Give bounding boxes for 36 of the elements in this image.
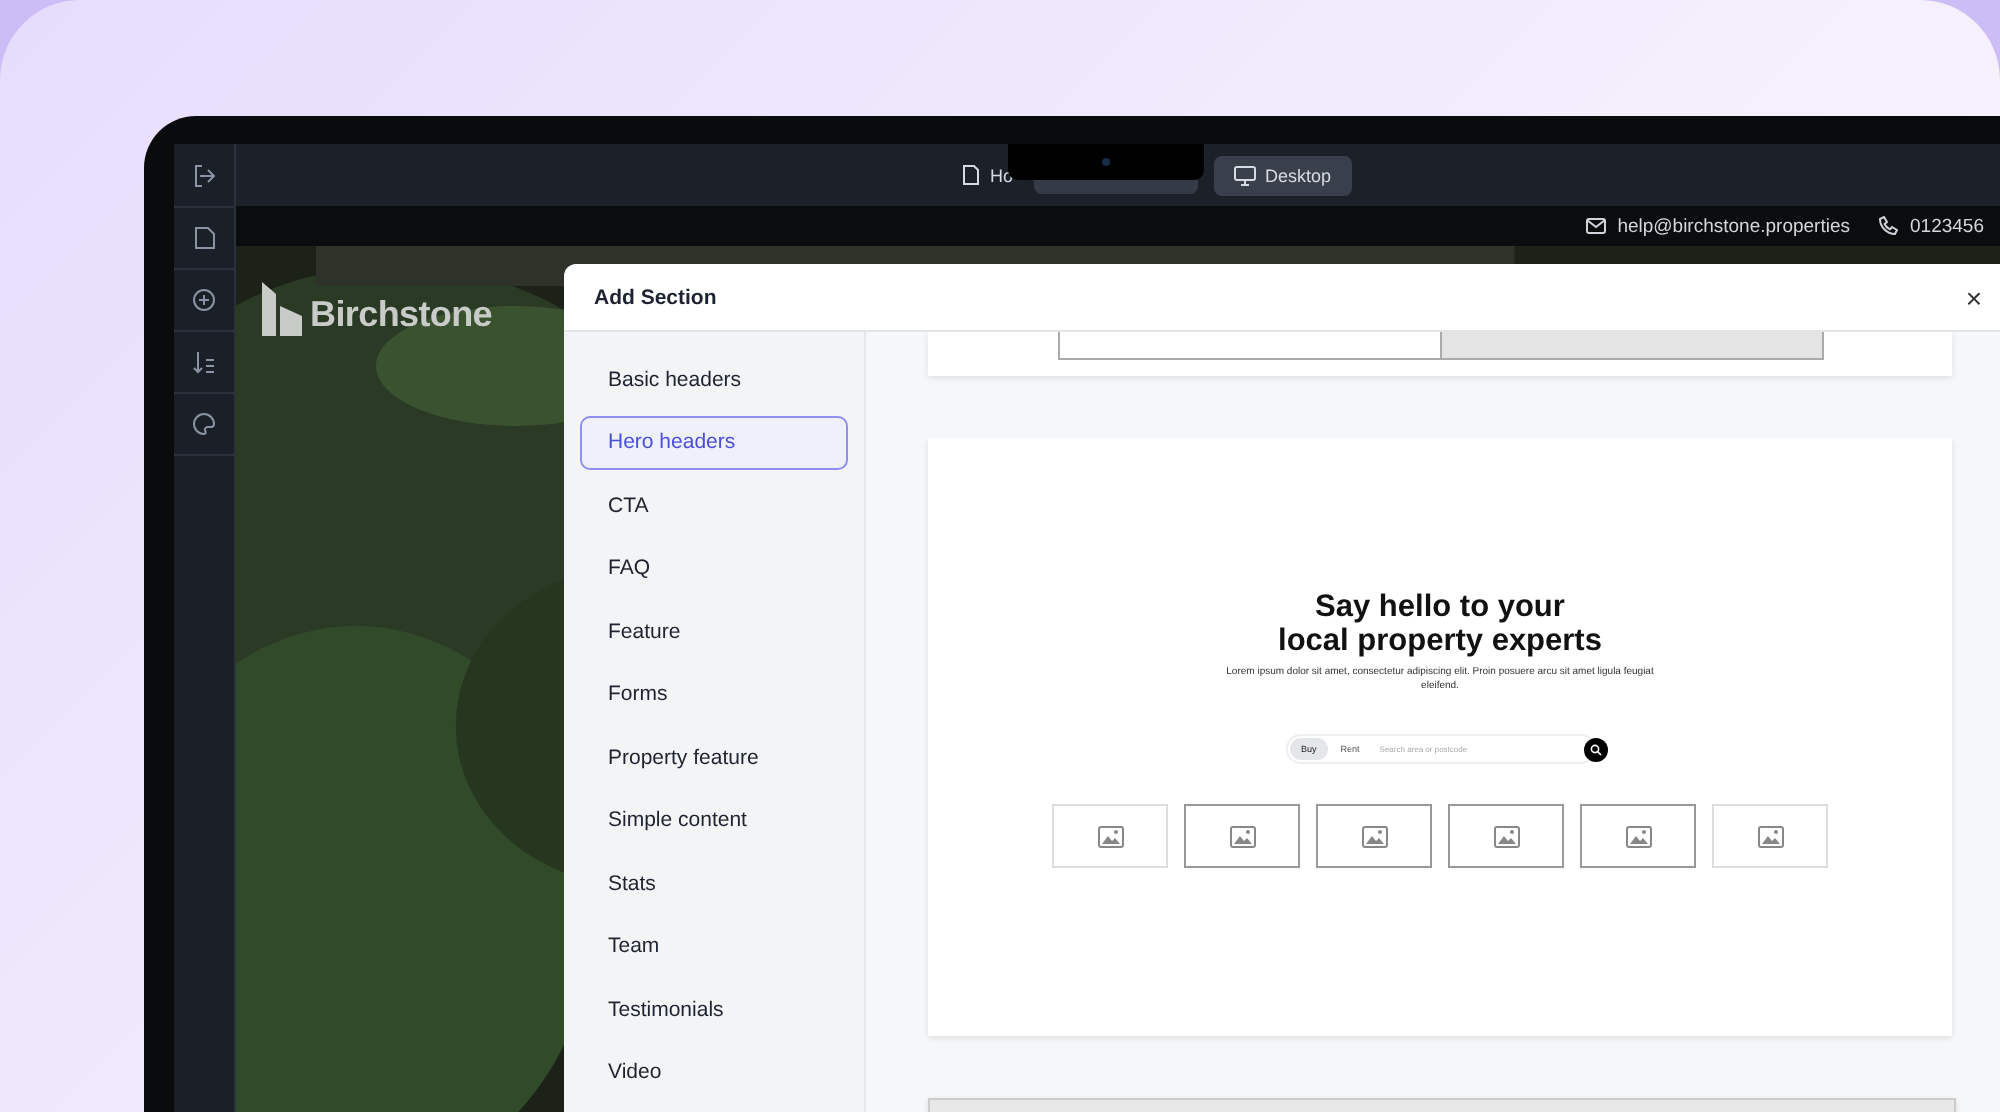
exit-icon[interactable] (192, 163, 216, 187)
site-logo[interactable]: Birchstone (310, 294, 493, 336)
category-item[interactable]: Property feature (580, 730, 848, 784)
contact-phone[interactable]: 0123456 (1910, 215, 1984, 237)
category-item[interactable]: FAQ (580, 541, 848, 595)
category-item[interactable]: Video (580, 1045, 848, 1099)
category-item[interactable]: CTA (580, 478, 848, 532)
palette-icon[interactable] (192, 412, 216, 436)
category-item[interactable]: Stats (580, 856, 848, 910)
phone-icon (1878, 216, 1899, 236)
search-icon (1589, 743, 1601, 756)
category-item[interactable]: Simple content (580, 793, 848, 847)
category-item[interactable]: Forms (580, 667, 848, 721)
toolbar-tab[interactable]: Desktop (1213, 155, 1352, 195)
add-icon[interactable] (192, 288, 216, 312)
image-placeholder (1712, 804, 1828, 869)
mail-icon (1585, 218, 1606, 234)
image-placeholder (1052, 804, 1168, 869)
image-placeholder (1316, 804, 1432, 869)
image-placeholder (1184, 804, 1300, 869)
category-item[interactable]: Testimonials (580, 982, 848, 1036)
category-item[interactable]: Team (580, 919, 848, 973)
monitor-icon (1233, 165, 1256, 185)
image-placeholder (1448, 804, 1564, 869)
contact-email[interactable]: help@birchstone.properties (1617, 215, 1851, 237)
close-button[interactable]: × (1957, 281, 1990, 313)
category-item[interactable]: Hero headers (580, 415, 848, 469)
modal-title: Add Section (594, 285, 717, 309)
image-placeholder (1580, 804, 1696, 869)
logo-icon (262, 282, 302, 336)
page-icon (962, 164, 980, 186)
preview-heading: Say hello to your local property experts (1278, 592, 1602, 659)
page-icon[interactable] (193, 226, 215, 250)
category-item[interactable]: Feature (580, 604, 848, 658)
category-item[interactable]: Basic headers (580, 352, 848, 406)
sort-icon[interactable] (192, 350, 216, 374)
